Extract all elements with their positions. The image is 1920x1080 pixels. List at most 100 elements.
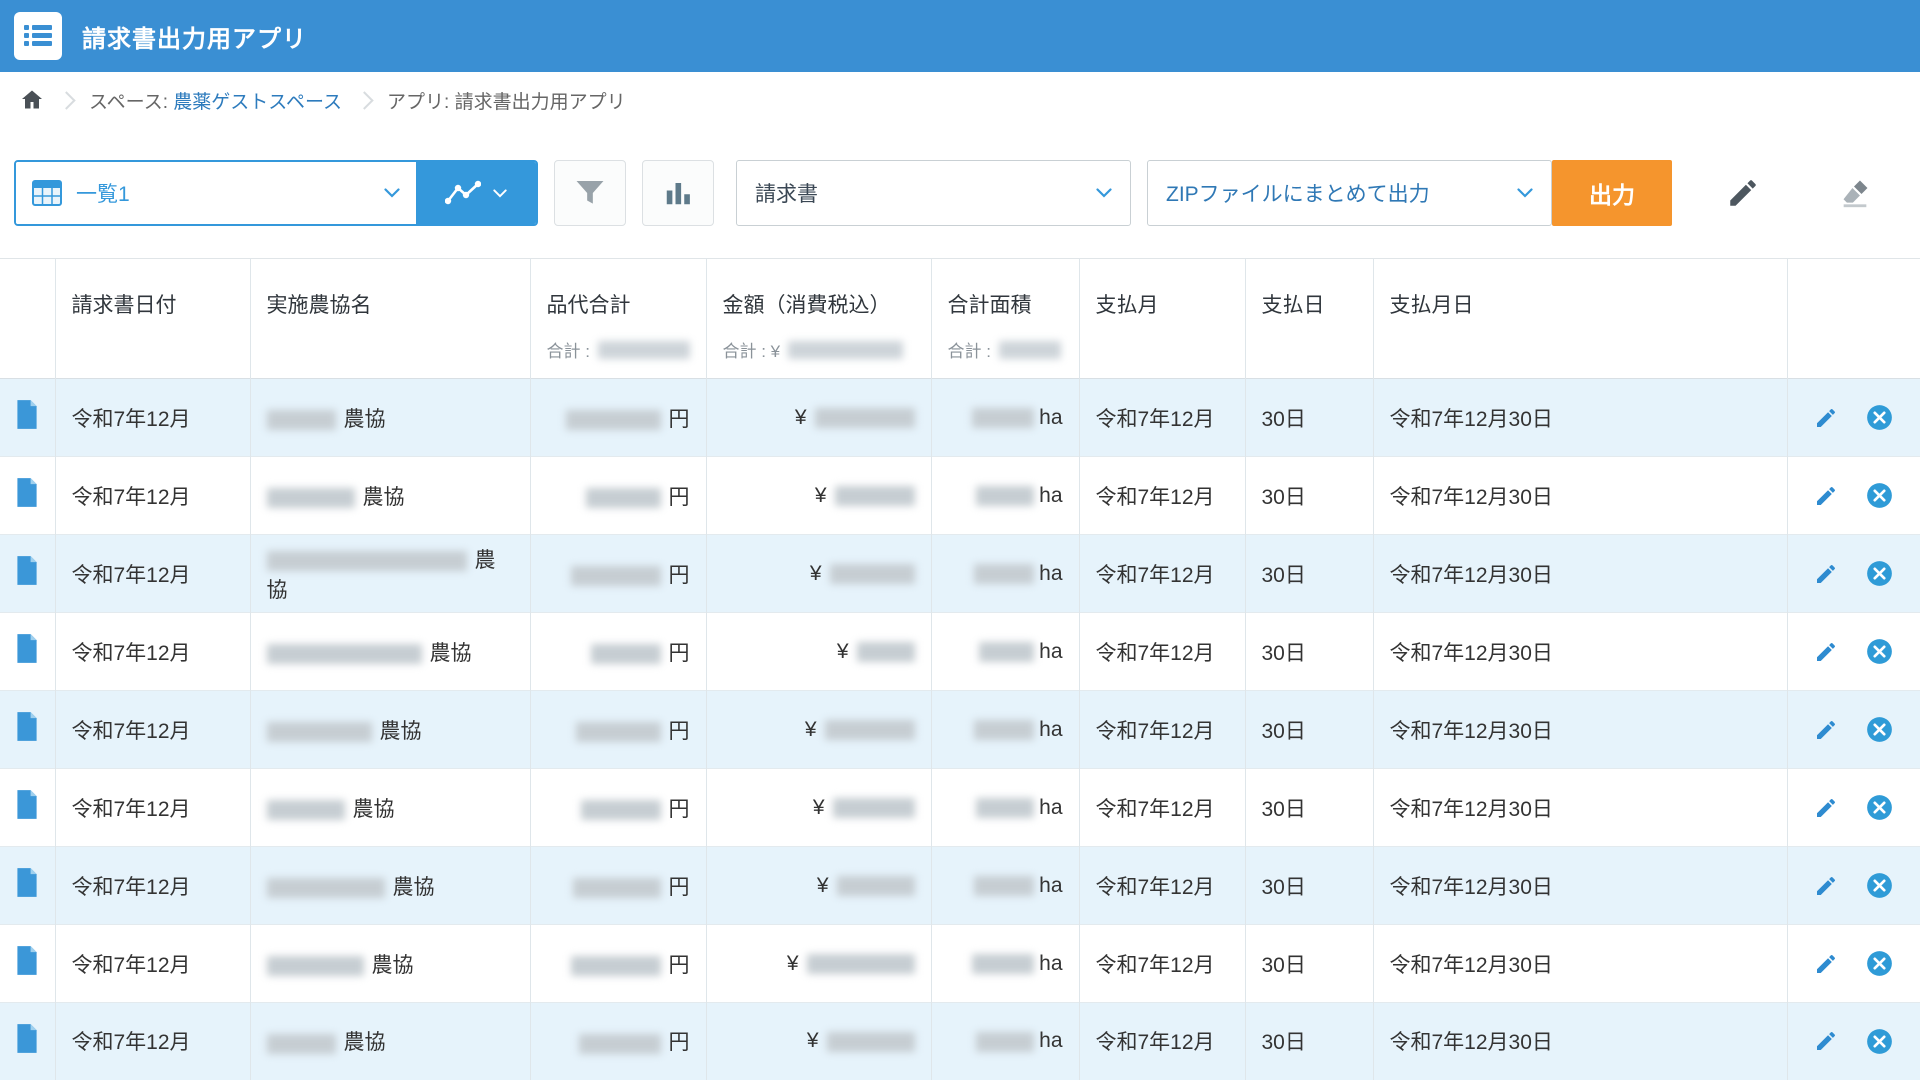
breadcrumb-separator-icon [57, 91, 75, 109]
record-document-icon[interactable] [15, 1024, 39, 1053]
table-row: 令和7年12月 農協 円 ¥ ha 令和7年12月 30日 令和7年12月30日 [0, 847, 1920, 925]
delete-record-icon[interactable] [1866, 560, 1893, 587]
coop-name-cell: 農協 [250, 535, 530, 613]
delete-record-icon[interactable] [1866, 950, 1893, 977]
record-document-icon[interactable] [15, 790, 39, 819]
pay-date-cell: 令和7年12月30日 [1373, 379, 1787, 457]
edit-record-icon[interactable] [1814, 406, 1838, 430]
area-cell: ha [931, 379, 1079, 457]
record-document-icon[interactable] [15, 946, 39, 975]
output-format-value: ZIPファイルにまとめて出力 [1166, 178, 1430, 208]
row-actions-cell [1787, 691, 1920, 769]
record-type-select[interactable]: 請求書 [736, 160, 1131, 226]
redacted-amount [815, 408, 915, 428]
pay-day-cell: 30日 [1245, 613, 1373, 691]
redacted-coop-name [267, 722, 372, 742]
invoice-date-cell: 令和7年12月 [55, 535, 250, 613]
header-pay-date[interactable]: 支払月日 [1373, 259, 1787, 379]
output-format-select[interactable]: ZIPファイルにまとめて出力 [1147, 160, 1552, 226]
chart-button[interactable] [642, 160, 714, 226]
edit-record-icon[interactable] [1814, 1029, 1838, 1053]
app-edit-pencil-icon[interactable] [1726, 176, 1760, 210]
breadcrumb-space: スペース: 農薬ゲストスペース [89, 87, 342, 114]
redacted-amount [837, 876, 915, 896]
record-document-icon[interactable] [15, 712, 39, 741]
edit-record-icon[interactable] [1814, 484, 1838, 508]
app-menu-icon[interactable] [14, 12, 62, 60]
record-document-icon[interactable] [15, 478, 39, 507]
header-pay-month[interactable]: 支払月 [1079, 259, 1245, 379]
redacted-item-total [571, 566, 661, 586]
header-total-area[interactable]: 合計面積 合計 : [931, 259, 1079, 379]
row-actions-cell [1787, 769, 1920, 847]
record-table-body: 令和7年12月 農協 円 ¥ ha 令和7年12月 30日 令和7年12月30日 [0, 379, 1920, 1080]
area-subtotal: 合計 : [948, 337, 1063, 362]
delete-record-icon[interactable] [1866, 482, 1893, 509]
amount-cell: ¥ [706, 1003, 931, 1080]
header-coop-name[interactable]: 実施農協名 [250, 259, 530, 379]
redacted-amount [830, 564, 915, 584]
eraser-icon[interactable] [1838, 176, 1872, 210]
delete-record-icon[interactable] [1866, 872, 1893, 899]
redacted-amount [835, 486, 915, 506]
invoice-date-cell: 令和7年12月 [55, 457, 250, 535]
view-select-value: 一覧1 [76, 178, 370, 208]
edit-record-icon[interactable] [1814, 874, 1838, 898]
record-table: 請求書日付 実施農協名 品代合計 合計 : 金額（消費税込） 合計 : ¥ 合計… [0, 258, 1920, 1080]
record-icon-cell [0, 691, 55, 769]
amount-subtotal: 合計 : ¥ [723, 337, 915, 362]
redacted-amount [825, 720, 915, 740]
edit-record-icon[interactable] [1814, 952, 1838, 976]
export-button[interactable]: 出力 [1552, 160, 1672, 226]
graph-view-button[interactable] [416, 162, 536, 224]
record-document-icon[interactable] [15, 556, 39, 585]
delete-record-icon[interactable] [1866, 794, 1893, 821]
coop-name-cell: 農協 [250, 769, 530, 847]
amount-cell: ¥ [706, 691, 931, 769]
edit-record-icon[interactable] [1814, 562, 1838, 586]
amount-cell: ¥ [706, 613, 931, 691]
pay-month-cell: 令和7年12月 [1079, 1003, 1245, 1080]
edit-record-icon[interactable] [1814, 718, 1838, 742]
record-document-icon[interactable] [15, 634, 39, 663]
pay-day-cell: 30日 [1245, 457, 1373, 535]
edit-record-icon[interactable] [1814, 640, 1838, 664]
record-document-icon[interactable] [15, 868, 39, 897]
space-link[interactable]: 農薬ゲストスペース [173, 92, 342, 113]
delete-record-icon[interactable] [1866, 716, 1893, 743]
record-icon-cell [0, 457, 55, 535]
header-item-total[interactable]: 品代合計 合計 : [530, 259, 706, 379]
delete-record-icon[interactable] [1866, 404, 1893, 431]
header-amount[interactable]: 金額（消費税込） 合計 : ¥ [706, 259, 931, 379]
record-icon-cell [0, 535, 55, 613]
area-cell: ha [931, 769, 1079, 847]
item-total-cell: 円 [530, 769, 706, 847]
area-cell: ha [931, 613, 1079, 691]
pay-date-cell: 令和7年12月30日 [1373, 691, 1787, 769]
home-icon[interactable] [20, 88, 44, 112]
invoice-date-cell: 令和7年12月 [55, 691, 250, 769]
pay-date-cell: 令和7年12月30日 [1373, 925, 1787, 1003]
delete-record-icon[interactable] [1866, 1028, 1893, 1055]
page-title: 請求書出力用アプリ [82, 19, 307, 54]
record-document-icon[interactable] [15, 400, 39, 429]
table-row: 令和7年12月 農協 円 ¥ ha 令和7年12月 30日 令和7年12月30日 [0, 457, 1920, 535]
redacted-item-total [573, 878, 661, 898]
view-selector-group: 一覧1 [14, 160, 538, 226]
table-row: 令和7年12月 農協 円 ¥ ha 令和7年12月 30日 令和7年12月30日 [0, 613, 1920, 691]
coop-name-cell: 農協 [250, 925, 530, 1003]
filter-button[interactable] [554, 160, 626, 226]
view-select[interactable]: 一覧1 [16, 162, 416, 224]
redacted-coop-name [267, 551, 467, 571]
record-icon-cell [0, 1003, 55, 1080]
header-invoice-date[interactable]: 請求書日付 [55, 259, 250, 379]
pay-day-cell: 30日 [1245, 925, 1373, 1003]
record-type-value: 請求書 [755, 178, 818, 208]
toolbar: 一覧1 請求書 [0, 128, 1920, 258]
pay-date-cell: 令和7年12月30日 [1373, 613, 1787, 691]
amount-cell: ¥ [706, 769, 931, 847]
edit-record-icon[interactable] [1814, 796, 1838, 820]
header-pay-day[interactable]: 支払日 [1245, 259, 1373, 379]
delete-record-icon[interactable] [1866, 638, 1893, 665]
item-total-cell: 円 [530, 925, 706, 1003]
